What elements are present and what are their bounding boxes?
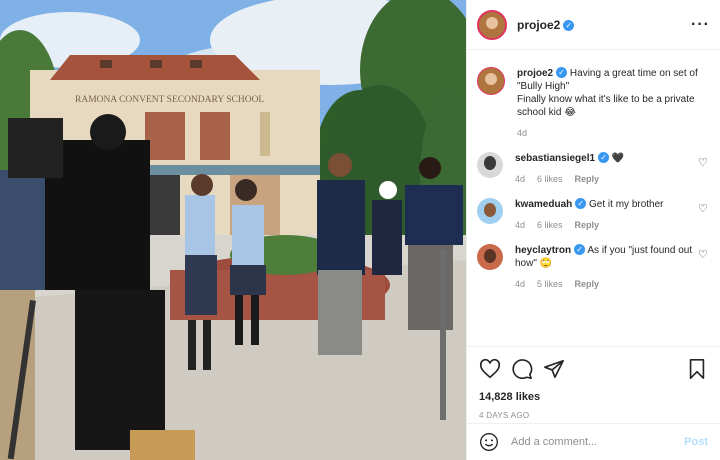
commenter-username[interactable]: heyclaytron (515, 245, 571, 256)
verified-badge-icon: ✓ (563, 19, 575, 31)
comment-item: kwameduah ✓ Get it my brother 4d 6 likes … (477, 198, 710, 232)
verified-badge-icon: ✓ (574, 244, 586, 255)
verified-badge-icon: ✓ (556, 67, 568, 78)
comment-text: 🖤 (611, 153, 625, 164)
comment-heart-icon[interactable]: ♡ (698, 156, 710, 186)
reply-button[interactable]: Reply (575, 278, 600, 291)
emoji-icon[interactable] (479, 432, 499, 452)
comment-heart-icon[interactable]: ♡ (698, 248, 710, 291)
commenter-username[interactable]: sebastiansiegel1 (515, 153, 595, 164)
verified-badge-icon: ✓ (598, 152, 610, 163)
share-icon[interactable] (543, 358, 565, 380)
add-comment-bar: Add a comment... Post (467, 423, 720, 460)
heart-icon[interactable] (479, 358, 501, 380)
post-comment-button[interactable]: Post (684, 436, 708, 448)
more-options-icon[interactable]: ··· (691, 16, 710, 34)
comment-text: Get it my brother (589, 199, 664, 210)
caption: projoe2 ✓ Having a great time on set of "… (477, 67, 710, 140)
comment-likes[interactable]: 5 likes (537, 278, 563, 291)
commenter-avatar[interactable] (477, 198, 503, 224)
comment-item: heyclaytron ✓ As if you "just found out h… (477, 244, 710, 291)
reply-button[interactable]: Reply (575, 219, 600, 232)
comment-likes[interactable]: 6 likes (537, 173, 563, 186)
caption-age: 4d (517, 128, 528, 138)
comment-age: 4d (515, 279, 526, 289)
school-sign-text: RAMONA CONVENT SECONDARY SCHOOL (75, 95, 264, 105)
bookmark-icon[interactable] (686, 358, 708, 380)
post-photo-image: RAMONA CONVENT SECONDARY SCHOOL (0, 0, 466, 460)
caption-username[interactable]: projoe2 (517, 68, 553, 79)
post-sidebar: projoe2 ✓ ··· projoe2 ✓ Having a great tim… (466, 0, 720, 460)
comment-age: 4d (515, 174, 526, 184)
caption-avatar[interactable] (477, 67, 505, 95)
commenter-avatar[interactable] (477, 244, 503, 270)
comment-likes[interactable]: 6 likes (537, 219, 563, 232)
caption-text-line2: Finally know what it's like to be a priv… (517, 94, 695, 118)
reply-button[interactable]: Reply (575, 173, 600, 186)
post-date[interactable]: 4 DAYS AGO (479, 411, 708, 420)
likes-count[interactable]: 14,828 likes (479, 391, 708, 403)
comment-heart-icon[interactable]: ♡ (698, 202, 710, 232)
verified-badge-icon: ✓ (575, 198, 587, 209)
comments-list: projoe2 ✓ Having a great time on set of "… (467, 51, 720, 345)
add-comment-input[interactable]: Add a comment... (511, 436, 684, 448)
post-header: projoe2 ✓ ··· (467, 0, 720, 50)
post-actions: 14,828 likes 4 DAYS AGO (467, 346, 720, 420)
comment-icon[interactable] (511, 358, 533, 380)
comment-item: sebastiansiegel1 ✓ 🖤 4d 6 likes Reply ♡ (477, 152, 710, 186)
commenter-username[interactable]: kwameduah (515, 199, 572, 210)
comment-age: 4d (515, 220, 526, 230)
author-avatar[interactable] (477, 9, 507, 40)
commenter-avatar[interactable] (477, 152, 503, 178)
author-username[interactable]: projoe2 ✓ (517, 18, 575, 32)
post-photo[interactable]: RAMONA CONVENT SECONDARY SCHOOL (0, 0, 466, 460)
